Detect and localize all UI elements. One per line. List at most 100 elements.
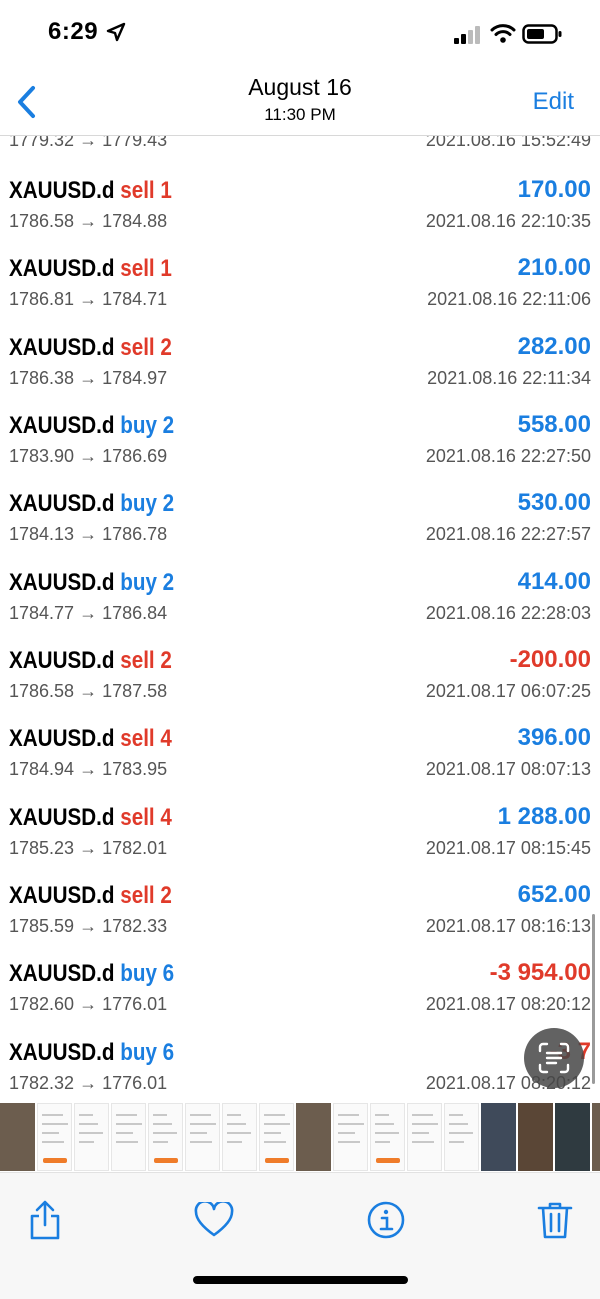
thumbnail-line [264, 1123, 290, 1125]
live-text-button[interactable] [524, 1028, 584, 1088]
trade-row[interactable]: XAUUSD.d sell 1 170.00 1786.58 → 1784.88 20… [0, 171, 600, 249]
trade-action: buy 6 [120, 960, 175, 988]
trade-datetime: 2021.08.17 06:07:25 [425, 680, 591, 701]
trade-row[interactable]: XAUUSD.d sell 2 -200.00 1786.58 → 1787.58 2… [0, 641, 600, 719]
thumbnail[interactable] [370, 1103, 405, 1171]
trade-title: XAUUSD.d buy 6 [9, 1039, 174, 1067]
thumbnail[interactable] [481, 1103, 516, 1171]
location-arrow-icon [106, 22, 126, 42]
trade-title: XAUUSD.d buy 2 [9, 569, 174, 597]
share-icon [30, 1200, 60, 1240]
trade-datetime: 2021.08.17 08:16:13 [425, 915, 591, 936]
thumbnail-line [116, 1114, 137, 1116]
trade-row[interactable]: XAUUSD.d buy 2 414.00 1784.77 → 1786.84 202… [0, 563, 600, 641]
thumbnail[interactable] [0, 1103, 35, 1171]
trade-title: XAUUSD.d sell 4 [9, 804, 172, 832]
thumbnail[interactable] [592, 1103, 600, 1171]
thumbnail-line [79, 1114, 93, 1116]
trade-profit: -3 954.00 [489, 959, 591, 987]
trade-list[interactable]: 1779.32 → 1779.43 2021.08.16 15:52:49 XA… [0, 136, 600, 1102]
trade-profit: 414.00 [517, 567, 591, 595]
trade-datetime: 2021.08.16 22:28:03 [425, 602, 591, 623]
trade-action: sell 4 [120, 803, 172, 831]
trade-datetime: 2021.08.16 22:27:50 [425, 445, 591, 466]
thumbnail[interactable] [185, 1103, 220, 1171]
thumbnail-line [42, 1123, 68, 1125]
favorite-button[interactable] [191, 1197, 237, 1243]
thumbnail-line [227, 1141, 242, 1143]
trade-datetime: 2021.08.17 08:15:45 [425, 837, 591, 858]
share-button[interactable] [22, 1197, 68, 1243]
trade-prices: 1784.77 → 1786.84 [9, 602, 168, 623]
trade-prices: 1782.32 → 1776.01 [9, 1072, 168, 1093]
trade-action: sell 2 [120, 333, 172, 361]
trade-prices: 1784.13 → 1786.78 [9, 524, 168, 545]
trade-datetime: 2021.08.16 22:27:57 [425, 524, 591, 545]
trade-symbol: XAUUSD.d [9, 881, 115, 909]
trade-row[interactable]: XAUUSD.d sell 1 210.00 1786.81 → 1784.71 20… [0, 249, 600, 327]
thumbnail-line [190, 1132, 207, 1134]
delete-button[interactable] [532, 1197, 578, 1243]
scroll-indicator[interactable] [592, 914, 595, 1084]
trade-title: XAUUSD.d sell 1 [9, 255, 172, 283]
thumbnail-line [190, 1123, 216, 1125]
thumbnail-line [79, 1123, 98, 1125]
trade-row[interactable]: XAUUSD.d buy 2 530.00 1784.13 → 1786.78 202… [0, 484, 600, 562]
thumbnail-line [153, 1132, 177, 1134]
trade-prices: 1786.58 → 1784.88 [9, 211, 168, 231]
thumbnail-line [264, 1114, 285, 1116]
thumbnail-line [227, 1123, 246, 1125]
thumbnail[interactable] [111, 1103, 146, 1171]
trade-datetime: 2021.08.16 22:11:34 [427, 367, 591, 388]
edit-button[interactable]: Edit [533, 88, 574, 116]
home-indicator [193, 1276, 408, 1284]
thumbnail[interactable] [222, 1103, 257, 1171]
thumbnail-line [116, 1141, 138, 1143]
trade-prices: 1786.81 → 1784.71 [9, 289, 168, 310]
thumbnail-line [412, 1123, 438, 1125]
thumbnail[interactable] [74, 1103, 109, 1171]
trade-row[interactable]: XAUUSD.d sell 2 282.00 1786.38 → 1784.97 20… [0, 328, 600, 406]
trade-row[interactable]: XAUUSD.d buy 6 -3 954.00 1782.60 → 1776.01… [0, 954, 600, 1032]
trade-datetime: 2021.08.17 08:20:12 [425, 994, 591, 1015]
thumbnail[interactable] [333, 1103, 368, 1171]
thumbnail-line [190, 1141, 212, 1143]
trade-row[interactable]: XAUUSD.d buy 2 558.00 1783.90 → 1786.69 202… [0, 406, 600, 484]
thumbnail[interactable] [518, 1103, 553, 1171]
thumbnail[interactable] [296, 1103, 331, 1171]
trade-prices: 1785.23 → 1782.01 [9, 837, 168, 858]
thumbnail-line [375, 1114, 389, 1116]
thumbnail-button [43, 1158, 67, 1163]
thumbnail-strip[interactable] [0, 1103, 600, 1171]
trade-action: sell 1 [120, 255, 172, 283]
thumbnail-line [116, 1132, 133, 1134]
thumbnail[interactable] [407, 1103, 442, 1171]
trade-profit: -200.00 [509, 645, 591, 673]
thumbnail[interactable] [37, 1103, 72, 1171]
info-button[interactable] [363, 1197, 409, 1243]
thumbnail[interactable] [259, 1103, 294, 1171]
trade-prices: 1779.32 → 1779.43 [9, 136, 168, 150]
thumbnail-line [227, 1132, 251, 1134]
thumbnail[interactable] [148, 1103, 183, 1171]
thumbnail-line [412, 1114, 433, 1116]
trash-icon [537, 1202, 573, 1239]
trade-row[interactable]: XAUUSD.d sell 4 396.00 1784.94 → 1783.95 20… [0, 719, 600, 797]
live-text-icon [538, 1042, 570, 1074]
trade-row[interactable]: XAUUSD.d sell 2 652.00 1785.59 → 1782.33 20… [0, 876, 600, 954]
trade-title: XAUUSD.d sell 2 [9, 882, 172, 910]
thumbnail[interactable] [444, 1103, 479, 1171]
thumbnail-line [338, 1132, 355, 1134]
battery-icon [522, 24, 562, 44]
thumbnail-line [449, 1114, 463, 1116]
trade-row[interactable]: XAUUSD.d buy 6-3 71782.32 → 1776.012021.… [0, 1033, 600, 1102]
trade-datetime: 2021.08.17 08:07:13 [425, 759, 591, 780]
trade-title: XAUUSD.d sell 2 [9, 334, 172, 362]
thumbnail-line [375, 1132, 399, 1134]
thumbnail[interactable] [555, 1103, 590, 1171]
thumbnail-line [79, 1132, 103, 1134]
trade-row[interactable]: XAUUSD.d sell 4 1 288.00 1785.23 → 1782.01… [0, 798, 600, 876]
trade-prices: 1786.58 → 1787.58 [9, 680, 168, 701]
thumbnail-line [153, 1141, 168, 1143]
trade-prices: 1786.38 → 1784.97 [9, 367, 168, 388]
